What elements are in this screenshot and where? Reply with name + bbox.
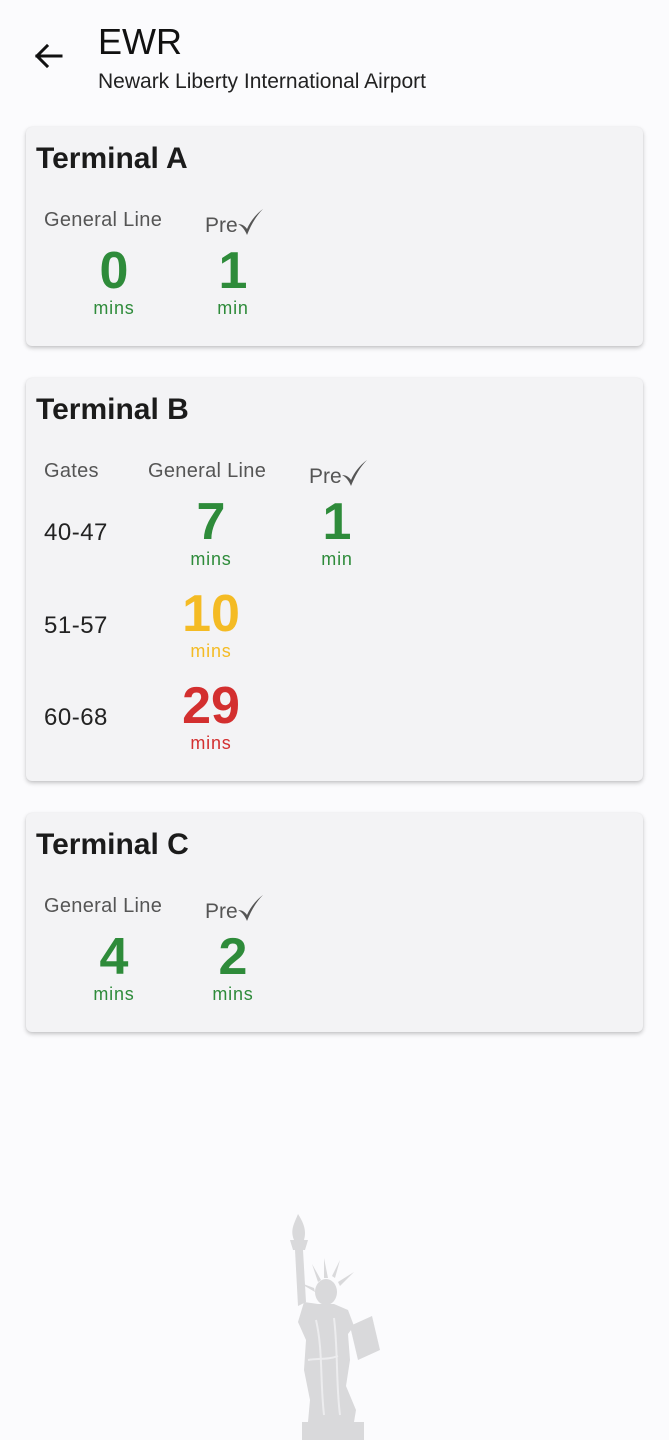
gate-range: 60-68 xyxy=(44,704,108,731)
general-wait-value: 10 xyxy=(182,585,240,643)
precheck-wait-value: 1 xyxy=(322,493,352,551)
precheck-wait-unit: min xyxy=(321,549,353,569)
arrow-left-icon xyxy=(34,43,63,69)
back-button[interactable] xyxy=(22,30,74,82)
general-wait-unit: mins xyxy=(190,733,232,753)
airport-name: Newark Liberty International Airport xyxy=(98,70,426,93)
gate-range: 40-47 xyxy=(44,519,108,546)
precheck-wait-unit: mins xyxy=(212,984,254,1004)
terminal-title: Terminal A xyxy=(36,142,188,175)
general-wait-value: 29 xyxy=(182,677,240,735)
general-wait-value: 0 xyxy=(99,242,129,300)
general-wait-unit: mins xyxy=(190,641,232,661)
general-wait-unit: mins xyxy=(93,298,135,318)
general-line-label: General Line xyxy=(44,209,163,231)
precheck-wait-value: 1 xyxy=(218,242,248,300)
general-wait-value: 4 xyxy=(99,928,129,986)
checkmark-icon xyxy=(237,895,263,921)
app-header: EWR Newark Liberty International Airport xyxy=(0,0,669,110)
precheck-text: Pre xyxy=(205,214,238,237)
precheck-label: Pre xyxy=(309,458,368,490)
general-wait-value: 7 xyxy=(196,493,226,551)
terminal-c-card: Terminal C General Line Pre 4 mins 2 min… xyxy=(26,813,643,1032)
terminal-b-card: Terminal B Gates General Line Pre 40-47 … xyxy=(26,378,643,781)
gates-label: Gates xyxy=(44,460,99,482)
checkmark-icon xyxy=(341,460,367,486)
terminal-title: Terminal B xyxy=(36,393,189,426)
general-line-label: General Line xyxy=(148,460,267,482)
precheck-text: Pre xyxy=(309,465,342,488)
precheck-wait-value: 2 xyxy=(218,928,248,986)
general-wait-unit: mins xyxy=(93,984,135,1004)
precheck-label: Pre xyxy=(205,207,264,239)
precheck-label: Pre xyxy=(205,893,264,925)
checkmark-icon xyxy=(237,209,263,235)
statue-of-liberty-illustration xyxy=(290,1214,380,1440)
precheck-text: Pre xyxy=(205,900,238,923)
general-line-label: General Line xyxy=(44,895,163,917)
general-wait-unit: mins xyxy=(190,549,232,569)
precheck-wait-unit: min xyxy=(217,298,249,318)
terminal-a-card: Terminal A General Line Pre 0 mins 1 min xyxy=(26,127,643,346)
terminal-title: Terminal C xyxy=(36,828,189,861)
gate-range: 51-57 xyxy=(44,612,108,639)
airport-code: EWR xyxy=(98,21,182,62)
